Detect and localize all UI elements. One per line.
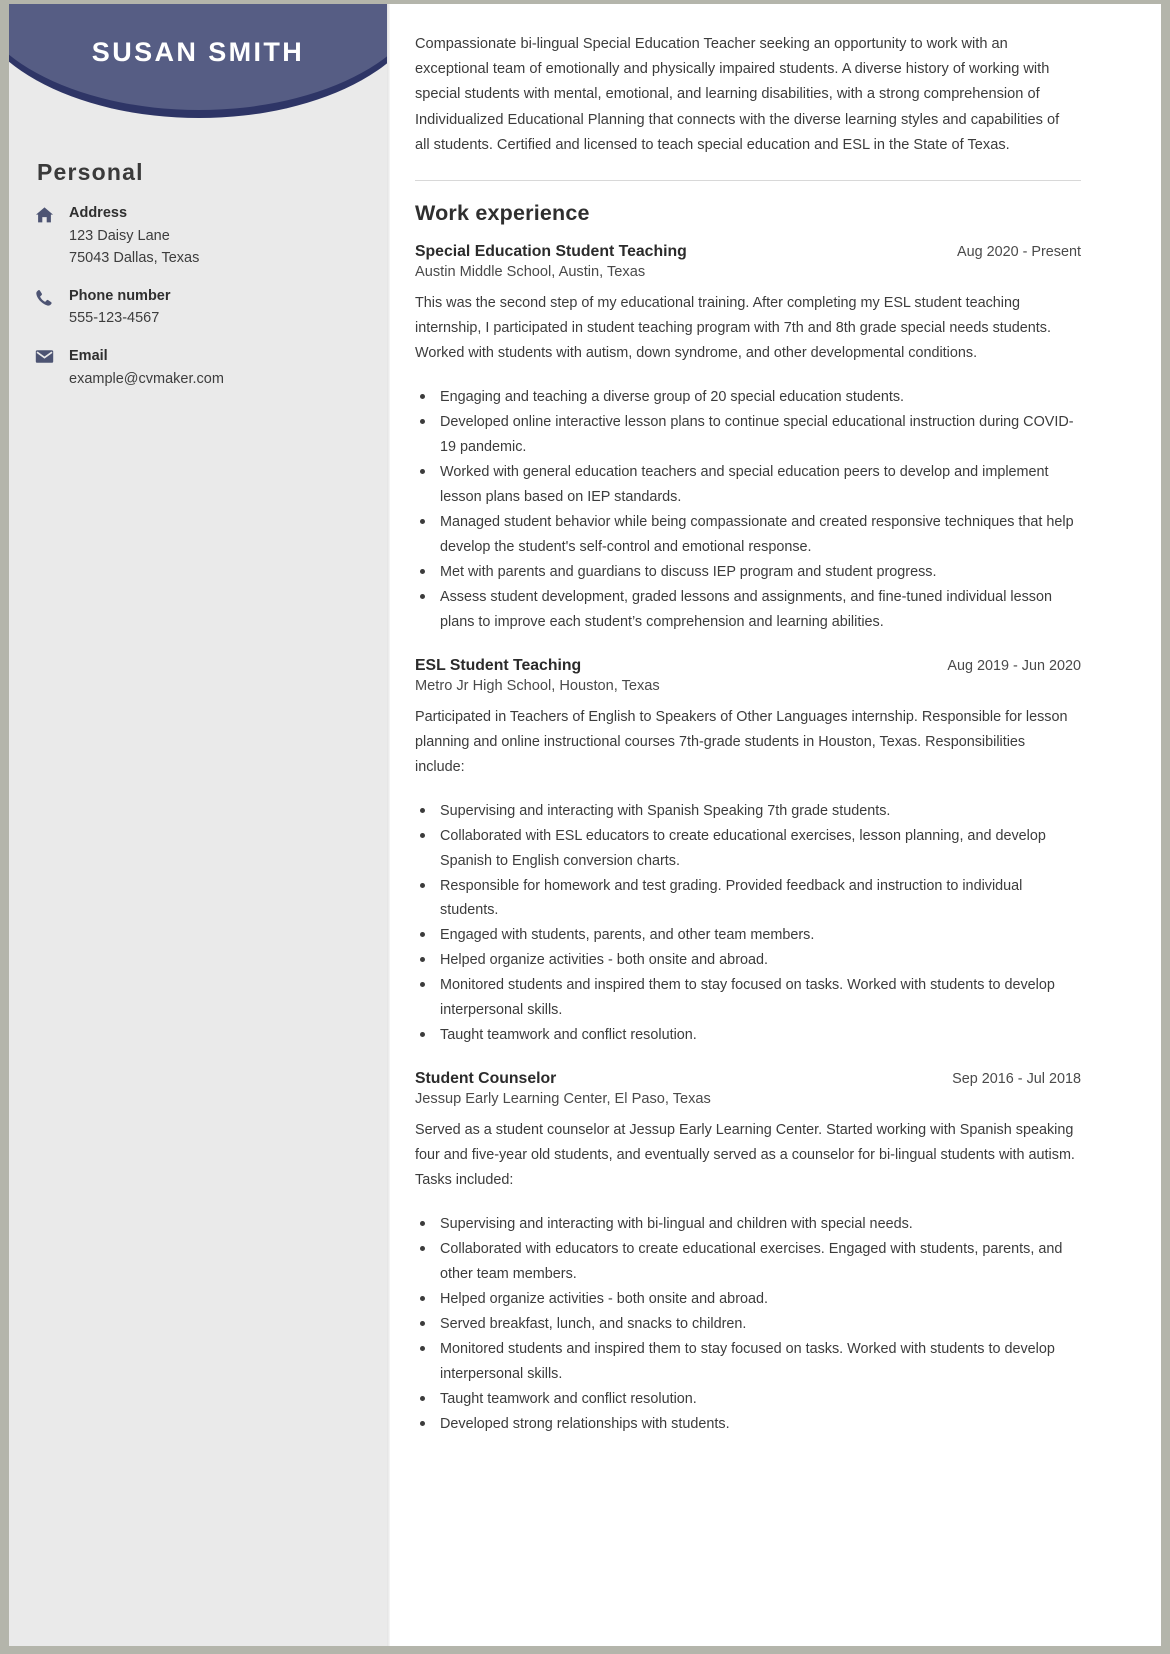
list-item: Responsible for homework and test gradin… [415,874,1081,924]
list-item: Assess student development, graded lesso… [415,585,1081,635]
contact-item-phone: Phone number 555-123-4567 [31,286,371,330]
contact-value-phone: 555-123-4567 [69,310,160,327]
contact-text-email: Email example@cvmaker.com [69,346,371,390]
contact-label-phone: Phone number [69,287,171,304]
phone-icon [31,286,69,307]
job-date: Aug 2020 - Present [957,244,1081,261]
job-entry: Special Education Student Teaching Aug 2… [415,243,1081,634]
job-header: Student Counselor Sep 2016 - Jul 2018 [415,1070,1081,1088]
sidebar-section-title: Personal [37,159,144,185]
main-left-edge-shadow [387,4,390,1646]
list-item: Developed online interactive lesson plan… [415,410,1081,460]
envelope-icon [31,346,69,364]
list-item: Monitored students and inspired them to … [415,1337,1081,1387]
job-date: Aug 2019 - Jun 2020 [947,657,1081,674]
job-title: Student Counselor [415,1069,557,1087]
list-item: Taught teamwork and conflict resolution. [415,1023,1081,1048]
job-organization: Metro Jr High School, Houston, Texas [415,677,660,694]
job-header: ESL Student Teaching Aug 2019 - Jun 2020 [415,657,1081,675]
job-organization: Jessup Early Learning Center, El Paso, T… [415,1090,711,1107]
main-content: Compassionate bi-lingual Special Educati… [387,4,1161,1646]
contact-item-email: Email example@cvmaker.com [31,346,371,390]
list-item: Engaged with students, parents, and othe… [415,923,1081,948]
list-item: Supervising and interacting with bi-ling… [415,1212,1081,1237]
list-item: Served breakfast, lunch, and snacks to c… [415,1312,1081,1337]
job-entry: Student Counselor Sep 2016 - Jul 2018 Je… [415,1070,1081,1436]
list-item: Met with parents and guardians to discus… [415,560,1081,585]
list-item: Collaborated with educators to create ed… [415,1237,1081,1287]
job-organization: Austin Middle School, Austin, Texas [415,264,646,281]
contact-text-address: Address 123 Daisy Lane 75043 Dallas, Tex… [69,203,371,270]
job-entry: ESL Student Teaching Aug 2019 - Jun 2020… [415,657,1081,1048]
job-description: This was the second step of my education… [415,295,1051,362]
contact-item-address: Address 123 Daisy Lane 75043 Dallas, Tex… [31,203,371,270]
list-item: Supervising and interacting with Spanish… [415,799,1081,824]
list-item: Helped organize activities - both onsite… [415,1287,1081,1312]
job-description: Served as a student counselor at Jessup … [415,1121,1075,1189]
contact-value-address-line1: 123 Daisy Lane [69,227,170,244]
work-experience-heading: Work experience [415,201,590,226]
job-title: Special Education Student Teaching [415,243,687,261]
contact-label-email: Email [69,347,108,364]
list-item: Taught teamwork and conflict resolution. [415,1387,1081,1412]
list-item: Engaging and teaching a diverse group of… [415,385,1081,410]
contact-label-address: Address [69,205,128,221]
job-title: ESL Student Teaching [415,656,582,674]
list-item: Monitored students and inspired them to … [415,973,1081,1023]
list-item: Helped organize activities - both onsite… [415,948,1081,973]
section-divider [415,180,1081,182]
job-bullet-list: Supervising and interacting with Spanish… [415,799,1081,1048]
home-icon [31,203,69,224]
list-item: Managed student behavior while being com… [415,510,1081,560]
resume-page: SUSAN SMITH Personal Address 123 Daisy L… [0,0,1170,1654]
contact-list: Address 123 Daisy Lane 75043 Dallas, Tex… [31,203,371,406]
candidate-name: SUSAN SMITH [91,37,305,67]
job-bullet-list: Engaging and teaching a diverse group of… [415,385,1081,634]
professional-summary: Compassionate bi-lingual Special Educati… [415,36,1060,153]
list-item: Worked with general education teachers a… [415,460,1081,510]
job-date: Sep 2016 - Jul 2018 [952,1070,1081,1087]
contact-text-phone: Phone number 555-123-4567 [69,286,371,330]
sidebar: SUSAN SMITH Personal Address 123 Daisy L… [9,4,387,1646]
list-item: Collaborated with ESL educators to creat… [415,824,1081,874]
job-header: Special Education Student Teaching Aug 2… [415,243,1081,261]
list-item: Developed strong relationships with stud… [415,1412,1081,1437]
job-bullet-list: Supervising and interacting with bi-ling… [415,1212,1081,1436]
contact-value-address-line2: 75043 Dallas, Texas [69,250,200,267]
job-description: Participated in Teachers of English to S… [415,708,1068,775]
contact-value-email: example@cvmaker.com [69,370,224,387]
resume-body: SUSAN SMITH Personal Address 123 Daisy L… [9,4,1161,1646]
